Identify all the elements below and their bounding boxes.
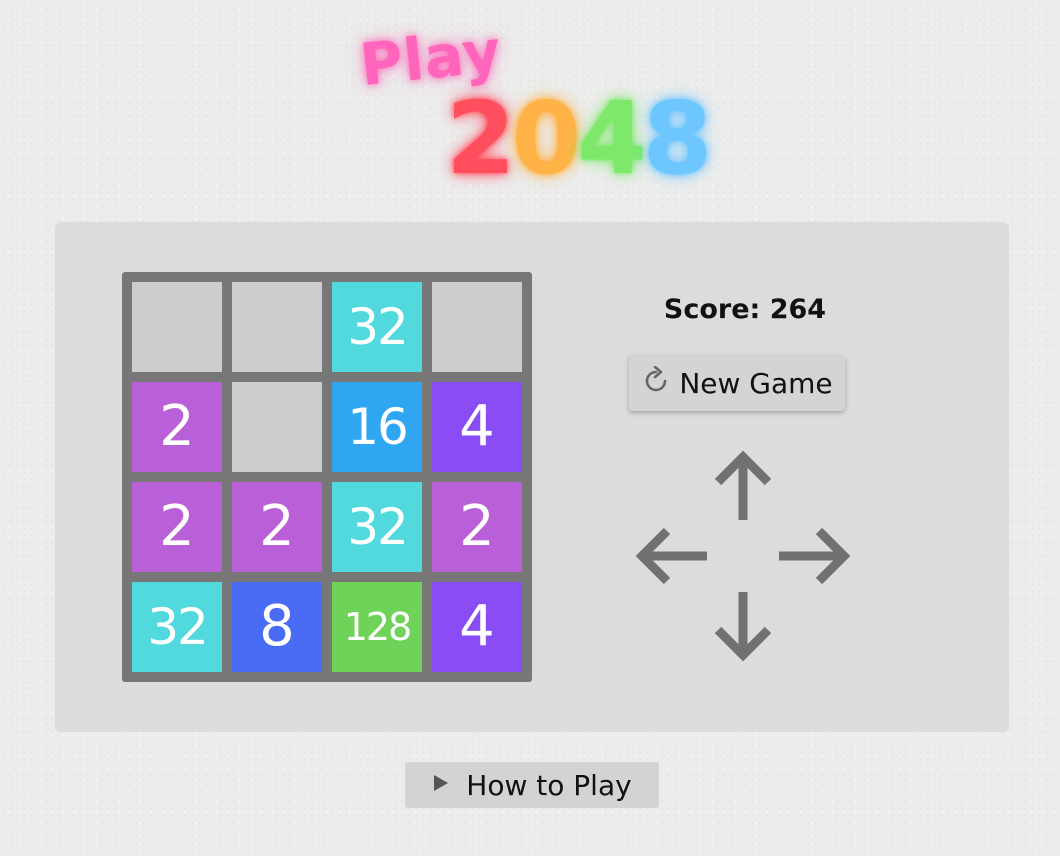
board-tile: 8 bbox=[232, 582, 322, 672]
how-to-play-label: How to Play bbox=[466, 768, 632, 802]
score-label: Score: bbox=[663, 294, 761, 325]
board-tile bbox=[232, 382, 322, 472]
arrow-right-icon[interactable] bbox=[777, 524, 851, 588]
board-tile: 16 bbox=[332, 382, 422, 472]
how-to-play-button[interactable]: How to Play bbox=[405, 762, 659, 808]
board-tile: 128 bbox=[332, 582, 422, 672]
logo-digit: 0 bbox=[511, 80, 582, 197]
board-tile: 2 bbox=[432, 482, 522, 572]
new-game-label: New Game bbox=[679, 366, 833, 400]
game-logo: Play 2048 bbox=[350, 17, 713, 205]
board-tile: 2 bbox=[132, 482, 222, 572]
arrow-left-icon[interactable] bbox=[635, 524, 709, 588]
score-display: Score: 264 bbox=[615, 294, 875, 325]
play-triangle-icon bbox=[432, 773, 450, 797]
board-tile: 4 bbox=[432, 382, 522, 472]
game-panel: 32 2 16 4 2 2 32 2 32 8 128 4 Score: 264… bbox=[55, 222, 1009, 732]
board-tile: 2 bbox=[232, 482, 322, 572]
logo-digit: 4 bbox=[577, 80, 647, 197]
logo-digit: 2 bbox=[446, 80, 516, 197]
board-tile bbox=[432, 282, 522, 372]
board-tile: 32 bbox=[332, 482, 422, 572]
board-tile bbox=[132, 282, 222, 372]
arrow-down-icon[interactable] bbox=[710, 590, 776, 662]
new-game-button[interactable]: New Game bbox=[629, 355, 845, 411]
logo-2048: 2048 bbox=[446, 80, 713, 197]
board-tile: 4 bbox=[432, 582, 522, 672]
game-board[interactable]: 32 2 16 4 2 2 32 2 32 8 128 4 bbox=[122, 272, 532, 682]
arrow-up-icon[interactable] bbox=[710, 450, 776, 522]
board-tile bbox=[232, 282, 322, 372]
logo-digit: 8 bbox=[642, 80, 713, 197]
board-tile: 2 bbox=[132, 382, 222, 472]
board-tile: 32 bbox=[132, 582, 222, 672]
refresh-icon bbox=[641, 365, 671, 400]
board-tile: 32 bbox=[332, 282, 422, 372]
score-value: 264 bbox=[769, 294, 827, 325]
